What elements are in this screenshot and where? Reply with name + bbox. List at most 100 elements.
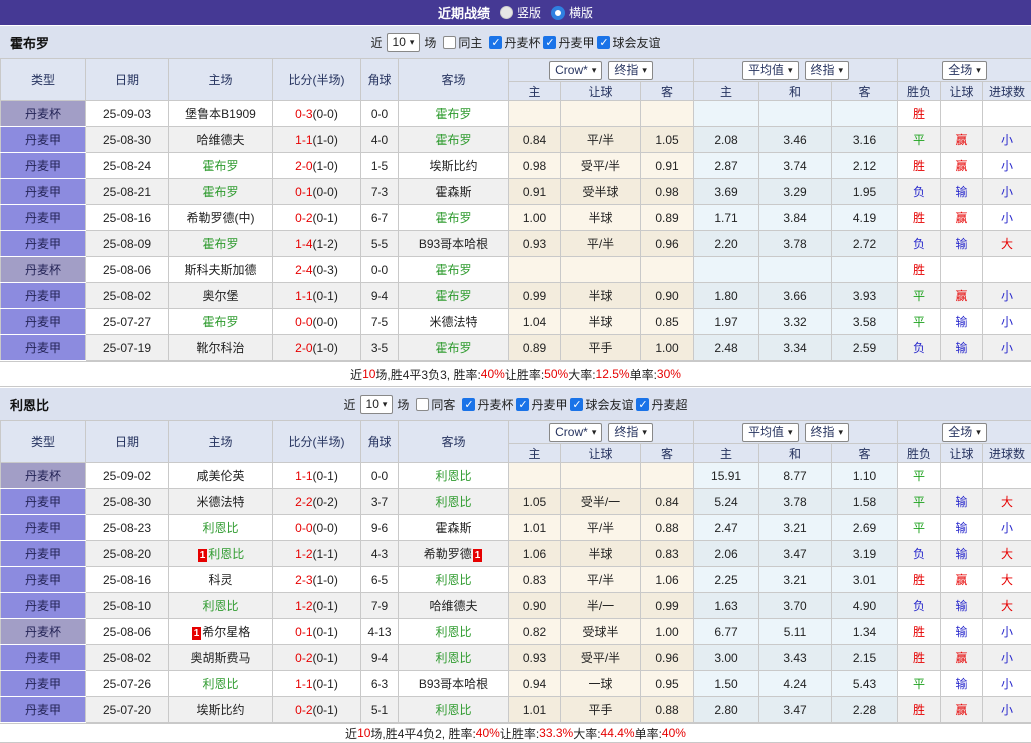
match-row: 丹麦杯25-08-061希尔星格0-1(0-1)4-13利恩比0.82受球半1.… xyxy=(1,619,1031,645)
checkbox-icon[interactable]: ✓ xyxy=(489,36,502,49)
col-type: 类型 xyxy=(1,59,86,101)
checkbox-icon[interactable] xyxy=(443,36,456,49)
league-filter[interactable]: ✓丹麦杯 xyxy=(462,396,513,413)
final-odds-select[interactable]: 终指▾ xyxy=(805,61,850,80)
handicap-odds-cell: 平/半 xyxy=(561,567,641,593)
result-wdl: 负 xyxy=(913,185,925,199)
sub-col: 进球数 xyxy=(983,444,1031,463)
handicap-odds-cell: 1.00 xyxy=(509,205,561,231)
average-odds-cell: 3.78 xyxy=(759,231,832,257)
home-team-cell: 咸美伦英 xyxy=(169,463,273,489)
league-filter[interactable]: ✓球会友谊 xyxy=(570,396,633,413)
handicap-odds-cell: 平/半 xyxy=(561,231,641,257)
same-venue-filter[interactable]: 同客 xyxy=(416,396,455,413)
result-handicap: 输 xyxy=(956,677,968,691)
result-handicap-cell: 赢 xyxy=(941,127,983,153)
league-filter[interactable]: ✓丹麦杯 xyxy=(489,34,540,51)
checkbox-icon[interactable]: ✓ xyxy=(597,36,610,49)
league-filter[interactable]: ✓丹麦甲 xyxy=(516,396,567,413)
average-select[interactable]: 平均值▾ xyxy=(742,423,799,442)
handicap-odds-cell: 受半/一 xyxy=(561,489,641,515)
league-filter[interactable]: ✓球会友谊 xyxy=(597,34,660,51)
result-wdl: 负 xyxy=(913,341,925,355)
fulltime-select[interactable]: 全场▾ xyxy=(942,423,987,442)
title-bar: 近期战绩 竖版 横版 xyxy=(0,0,1031,25)
league-filter[interactable]: ✓丹麦超 xyxy=(636,396,687,413)
corner-score: 7-3 xyxy=(361,179,399,205)
average-odds-cell: 3.70 xyxy=(759,593,832,619)
radio-selected-icon[interactable] xyxy=(551,6,565,20)
away-team-cell: 米德法特 xyxy=(399,309,509,335)
result-wdl: 平 xyxy=(913,289,925,303)
checkbox-icon[interactable]: ✓ xyxy=(570,398,583,411)
result-wdl: 胜 xyxy=(913,573,925,587)
result-goals: 小 xyxy=(1001,133,1013,147)
result-goals: 小 xyxy=(1001,185,1013,199)
half-score: (0-1) xyxy=(313,469,338,483)
checkbox-icon[interactable]: ✓ xyxy=(543,36,556,49)
average-odds-cell: 2.20 xyxy=(694,231,759,257)
away-team-cell: 哈维德夫 xyxy=(399,593,509,619)
chevron-down-icon: ▾ xyxy=(976,63,981,78)
checkbox-icon[interactable]: ✓ xyxy=(516,398,529,411)
half-score: (0-1) xyxy=(313,651,338,665)
team-name: 霍布罗 xyxy=(10,33,49,52)
half-score: (0-2) xyxy=(313,495,338,509)
final-score: 1-1 xyxy=(295,133,312,147)
team-name: 利恩比 xyxy=(208,547,244,561)
result-handicap-cell: 输 xyxy=(941,309,983,335)
summary-segment: 50% xyxy=(544,367,568,381)
league-type: 丹麦杯 xyxy=(1,257,86,283)
filter-row: 霍布罗 近 10 ▾ 场 同主 ✓丹麦杯✓丹麦甲✓球会友谊 xyxy=(0,25,1031,58)
match-row: 丹麦甲25-08-21霍布罗0-1(0-0)7-3霍森斯0.91受半球0.983… xyxy=(1,179,1031,205)
average-odds-cell: 4.24 xyxy=(759,671,832,697)
league-type: 丹麦甲 xyxy=(1,645,86,671)
fulltime-select[interactable]: 全场▾ xyxy=(942,61,987,80)
checkbox-icon[interactable] xyxy=(416,398,429,411)
match-count-select[interactable]: 10 ▾ xyxy=(387,33,421,52)
match-row: 丹麦甲25-07-20埃斯比约0-2(0-1)5-1利恩比1.01平手0.882… xyxy=(1,697,1031,723)
average-odds-cell xyxy=(694,101,759,127)
result-goals-cell xyxy=(983,257,1031,283)
match-count-select[interactable]: 10 ▾ xyxy=(360,395,394,414)
chevron-down-icon: ▾ xyxy=(410,35,415,50)
near-label: 近 xyxy=(371,34,383,51)
checkbox-icon[interactable]: ✓ xyxy=(636,398,649,411)
final-odds-select[interactable]: 终指▾ xyxy=(608,423,653,442)
checkbox-icon[interactable]: ✓ xyxy=(462,398,475,411)
layout-option-horizontal[interactable]: 横版 xyxy=(551,4,593,21)
away-team-cell: 利恩比 xyxy=(399,463,509,489)
result-goals-cell: 小 xyxy=(983,697,1031,723)
result-handicap: 输 xyxy=(956,521,968,535)
company-select[interactable]: Crow*▾ xyxy=(549,61,602,80)
same-venue-filter[interactable]: 同主 xyxy=(443,34,482,51)
chevron-down-icon: ▾ xyxy=(839,425,844,440)
result-wdl: 平 xyxy=(913,677,925,691)
away-team-cell: 霍森斯 xyxy=(399,179,509,205)
layout-option-vertical[interactable]: 竖版 xyxy=(500,4,541,21)
result-goals-cell: 大 xyxy=(983,231,1031,257)
radio-icon[interactable] xyxy=(500,6,513,19)
match-date: 25-07-20 xyxy=(86,697,169,723)
col-corner: 角球 xyxy=(361,59,399,101)
match-row: 丹麦甲25-08-16科灵2-3(1-0)6-5利恩比0.83平/半1.062.… xyxy=(1,567,1031,593)
final-odds-select[interactable]: 终指▾ xyxy=(608,61,653,80)
unit-label: 场 xyxy=(424,34,436,51)
average-odds-cell: 3.19 xyxy=(832,541,898,567)
league-filter[interactable]: ✓丹麦甲 xyxy=(543,34,594,51)
result-wdl-cell: 胜 xyxy=(898,257,941,283)
team-name: 霍布罗 xyxy=(202,237,238,251)
final-odds-select[interactable]: 终指▾ xyxy=(805,423,850,442)
team-name: 霍森斯 xyxy=(435,521,471,535)
sub-col: 客 xyxy=(641,82,694,101)
result-wdl-cell: 胜 xyxy=(898,205,941,231)
team-name: 霍布罗 xyxy=(202,315,238,329)
match-date: 25-08-24 xyxy=(86,153,169,179)
col-type: 类型 xyxy=(1,421,86,463)
average-select[interactable]: 平均值▾ xyxy=(742,61,799,80)
away-team-cell: 霍森斯 xyxy=(399,515,509,541)
average-odds-cell: 3.01 xyxy=(832,567,898,593)
company-select[interactable]: Crow*▾ xyxy=(549,423,602,442)
average-odds-cell: 3.29 xyxy=(759,179,832,205)
corner-score: 9-6 xyxy=(361,515,399,541)
